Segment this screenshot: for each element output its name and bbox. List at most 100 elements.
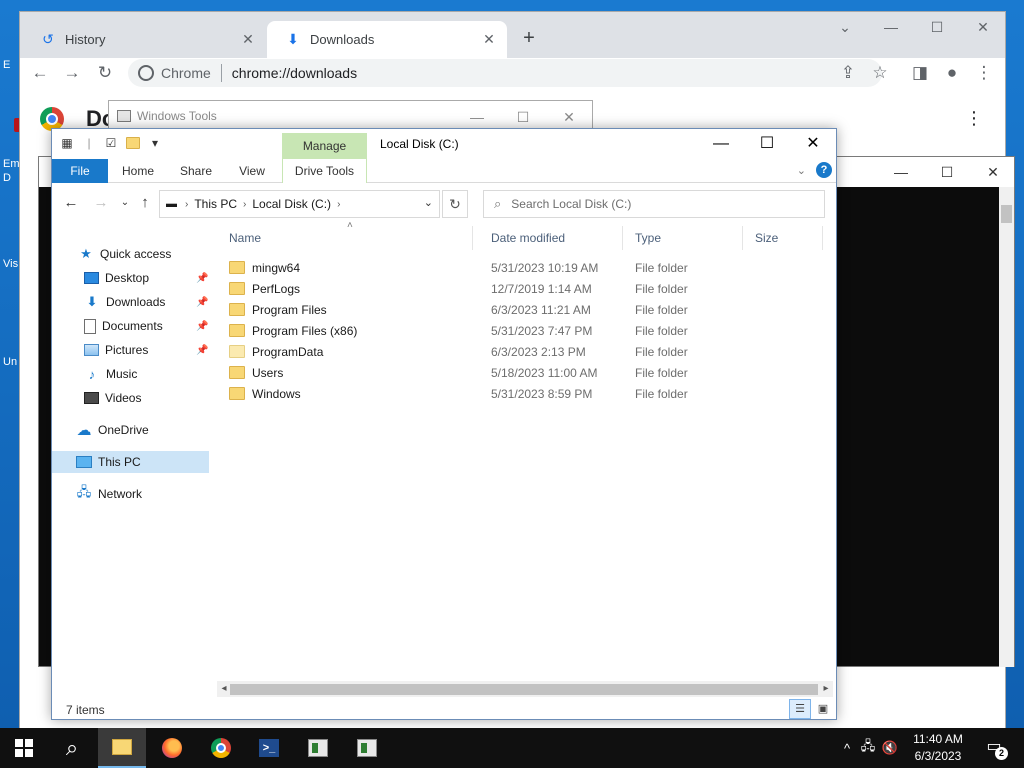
tab-home[interactable]: Home xyxy=(114,159,162,183)
sidebar-item-music[interactable]: ♪ Music xyxy=(52,363,209,385)
address-bar[interactable]: Chrome chrome://downloads xyxy=(128,59,882,87)
chevron-up-icon[interactable]: ^ xyxy=(838,741,856,756)
sidebar-item-documents[interactable]: Documents 📌 xyxy=(52,315,209,337)
tab-drive-tools[interactable]: Drive Tools xyxy=(282,159,367,183)
up-button[interactable]: ↑ xyxy=(134,191,156,215)
scrollbar-thumb[interactable] xyxy=(1001,205,1012,223)
tab-downloads[interactable]: ⬇ Downloads ✕ xyxy=(267,21,507,58)
new-tab-button[interactable]: + xyxy=(517,26,541,50)
breadcrumb-local-disk[interactable]: Local Disk (C:) xyxy=(252,197,331,211)
close-button[interactable]: ✕ xyxy=(790,129,836,159)
close-button[interactable]: ✕ xyxy=(970,157,1016,187)
chevron-down-icon[interactable]: ⌄ xyxy=(424,196,433,209)
sidebar-item-downloads[interactable]: ⬇ Downloads 📌 xyxy=(52,291,209,313)
properties-icon[interactable]: ▦ xyxy=(59,135,75,151)
help-icon[interactable]: ? xyxy=(816,162,832,178)
tab-share[interactable]: Share xyxy=(172,159,220,183)
network-tray-icon[interactable]: 🖧 xyxy=(856,737,880,759)
large-icons-view-icon[interactable]: ▣ xyxy=(812,699,834,719)
volume-muted-icon[interactable]: 🔇 xyxy=(880,740,900,756)
tab-history[interactable]: ↺ History ✕ xyxy=(22,21,266,58)
recent-locations-icon[interactable]: ⌄ xyxy=(114,191,136,215)
table-row[interactable]: Program Files (x86) 5/31/2023 7:47 PM Fi… xyxy=(217,320,830,341)
sidebar-item-network[interactable]: 🖧 Network xyxy=(52,483,209,505)
downloads-icon: ⬇ xyxy=(86,294,98,309)
vertical-scrollbar[interactable] xyxy=(999,187,1014,667)
notification-center-icon[interactable]: ▭ 2 xyxy=(982,736,1008,760)
profile-icon[interactable]: ● xyxy=(940,61,964,85)
minimize-button[interactable]: — xyxy=(698,129,744,159)
close-icon[interactable]: ✕ xyxy=(240,31,256,48)
expand-ribbon-icon[interactable]: ⌄ xyxy=(797,164,806,177)
menu-icon[interactable]: ⋮ xyxy=(972,61,996,85)
minimize-button[interactable]: — xyxy=(878,157,924,187)
taskbar-app[interactable] xyxy=(294,728,342,768)
back-button[interactable]: ← xyxy=(60,191,82,215)
column-header-date-modified[interactable]: Date modified xyxy=(479,226,623,250)
chevron-right-icon[interactable]: › xyxy=(243,199,246,210)
sidebar-item-videos[interactable]: Videos xyxy=(52,387,209,409)
details-view-icon[interactable]: ☰ xyxy=(789,699,811,719)
manage-tab[interactable]: Manage xyxy=(282,133,367,159)
table-row[interactable]: ProgramData 6/3/2023 2:13 PM File folder xyxy=(217,341,830,362)
table-row[interactable]: Windows 5/31/2023 8:59 PM File folder xyxy=(217,383,830,404)
minimize-button[interactable]: — xyxy=(868,14,914,40)
checkbox-icon[interactable]: ☑ xyxy=(103,135,119,151)
refresh-button[interactable]: ↻ xyxy=(442,190,468,218)
maximize-button[interactable]: ☐ xyxy=(744,129,790,159)
breadcrumb-this-pc[interactable]: This PC xyxy=(194,197,237,211)
taskbar-app[interactable] xyxy=(343,728,391,768)
sidebar-item-this-pc[interactable]: This PC xyxy=(52,451,209,473)
taskbar-chrome[interactable] xyxy=(197,728,245,768)
maximize-button[interactable]: ☐ xyxy=(914,14,960,40)
close-button[interactable]: ✕ xyxy=(960,14,1006,40)
address-bar[interactable]: ▬ › This PC › Local Disk (C:) › ⌄ xyxy=(159,190,440,218)
start-button[interactable] xyxy=(0,728,48,768)
system-clock[interactable]: 11:40 AM 6/3/2023 xyxy=(902,731,974,765)
taskbar-firefox[interactable] xyxy=(148,728,196,768)
tab-search-button[interactable]: ⌄ xyxy=(822,14,868,40)
tab-file[interactable]: File xyxy=(52,159,108,183)
table-row[interactable]: PerfLogs 12/7/2019 1:14 AM File folder xyxy=(217,278,830,299)
reload-button[interactable]: ↻ xyxy=(93,61,117,85)
forward-button[interactable]: → xyxy=(90,191,112,215)
forward-button[interactable]: → xyxy=(60,61,84,85)
scrollbar-thumb[interactable] xyxy=(230,684,818,695)
table-row[interactable]: Users 5/18/2023 11:00 AM File folder xyxy=(217,362,830,383)
close-button[interactable]: ✕ xyxy=(546,103,592,131)
sidebar-item-pictures[interactable]: Pictures 📌 xyxy=(52,339,209,361)
sidebar-item-desktop[interactable]: Desktop 📌 xyxy=(52,267,209,289)
column-header-name[interactable]: Name xyxy=(217,226,473,250)
side-panel-icon[interactable]: ◨ xyxy=(908,61,932,85)
sidebar-item-label: This PC xyxy=(98,455,141,469)
chevron-right-icon[interactable]: › xyxy=(185,199,188,210)
more-actions-icon[interactable]: ⋮ xyxy=(965,108,983,129)
table-row[interactable]: mingw64 5/31/2023 10:19 AM File folder xyxy=(217,257,830,278)
folder-icon xyxy=(229,261,245,274)
file-name: Program Files xyxy=(252,302,327,317)
chevron-right-icon[interactable]: › xyxy=(337,199,340,210)
file-name: Windows xyxy=(252,386,301,401)
horizontal-scrollbar[interactable]: ◂ ▸ xyxy=(217,681,833,697)
scroll-right-icon[interactable]: ▸ xyxy=(819,681,833,697)
scroll-left-icon[interactable]: ◂ xyxy=(217,681,231,697)
sidebar-item-onedrive[interactable]: ☁ OneDrive xyxy=(52,419,209,441)
bookmark-star-icon[interactable]: ☆ xyxy=(868,61,892,85)
chevron-down-icon[interactable]: ▾ xyxy=(147,135,163,151)
share-icon[interactable]: ⇪ xyxy=(836,61,860,85)
tab-view[interactable]: View xyxy=(228,159,276,183)
column-header-size[interactable]: Size xyxy=(743,226,823,250)
close-icon[interactable]: ✕ xyxy=(481,31,497,48)
new-folder-icon[interactable] xyxy=(125,135,141,151)
maximize-button[interactable]: ☐ xyxy=(924,157,970,187)
maximize-button[interactable]: ☐ xyxy=(500,103,546,131)
column-header-type[interactable]: Type xyxy=(623,226,743,250)
back-button[interactable]: ← xyxy=(28,61,52,85)
taskbar-powershell[interactable]: >_ xyxy=(245,728,293,768)
search-input[interactable]: ⌕ Search Local Disk (C:) xyxy=(483,190,825,218)
taskbar-file-explorer[interactable] xyxy=(98,728,146,768)
search-icon[interactable]: ⌕ xyxy=(48,728,96,768)
minimize-button[interactable]: — xyxy=(454,103,500,131)
sidebar-item-quick-access[interactable]: ★ Quick access xyxy=(52,243,209,265)
table-row[interactable]: Program Files 6/3/2023 11:21 AM File fol… xyxy=(217,299,830,320)
